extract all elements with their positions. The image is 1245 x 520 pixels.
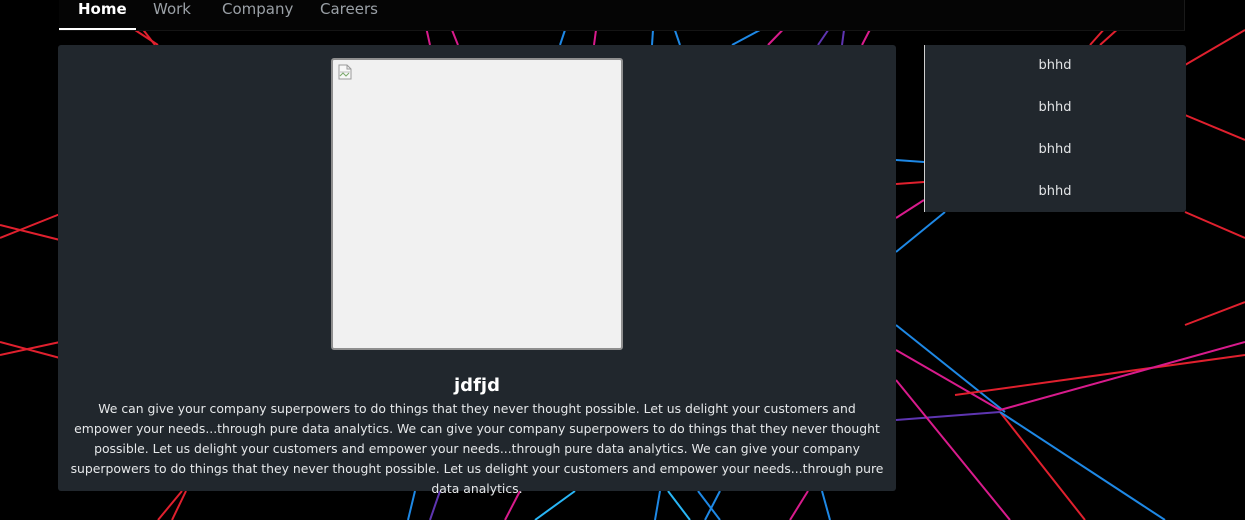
side-menu-item[interactable]: bhhd bbox=[925, 142, 1185, 158]
side-menu-item[interactable]: bhhd bbox=[925, 100, 1185, 116]
nav-company[interactable]: Company bbox=[222, 0, 293, 30]
broken-image-icon bbox=[338, 64, 352, 80]
card-title: jdfjd bbox=[454, 375, 500, 396]
content-card: jdfjd We can give your company superpowe… bbox=[58, 45, 896, 496]
top-nav: Home Work Company Careers bbox=[59, 0, 1185, 31]
card-image bbox=[331, 58, 623, 350]
nav-home[interactable]: Home bbox=[78, 0, 127, 30]
nav-active-indicator bbox=[59, 28, 136, 30]
card-description: We can give your company superpowers to … bbox=[70, 401, 884, 496]
side-menu-item[interactable]: bhhd bbox=[925, 184, 1185, 200]
side-menu-item[interactable]: bhhd bbox=[925, 58, 1185, 74]
nav-work[interactable]: Work bbox=[153, 0, 191, 30]
nav-careers[interactable]: Careers bbox=[320, 0, 378, 30]
page: Home Work Company Careers jdfjd We can g… bbox=[0, 0, 1245, 520]
side-menu: bhhd bhhd bhhd bhhd bbox=[924, 45, 1186, 212]
